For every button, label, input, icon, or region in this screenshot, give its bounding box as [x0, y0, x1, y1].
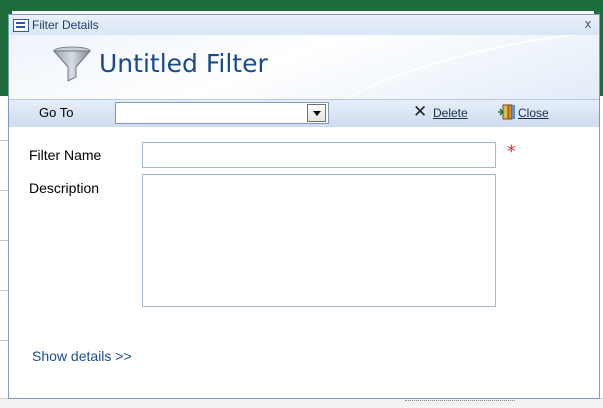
funnel-icon	[52, 46, 92, 82]
form-body: Filter Name * Description Show details >…	[9, 127, 599, 398]
window-title: Filter Details	[32, 18, 99, 32]
goto-dropdown-button[interactable]	[307, 104, 326, 122]
goto-label: Go To	[39, 105, 74, 120]
filter-name-input[interactable]	[142, 142, 496, 168]
delete-button-label: Delete	[433, 106, 468, 120]
decorative-swoosh	[303, 35, 599, 99]
goto-combobox[interactable]	[115, 102, 329, 124]
delete-button[interactable]: ✕ Delete	[413, 102, 477, 123]
background-ribbon	[0, 0, 603, 11]
filter-details-dialog: Filter Details x Untitled Filter Go To ✕…	[8, 14, 600, 399]
header-band: Untitled Filter	[9, 35, 599, 99]
title-bar[interactable]: Filter Details x	[9, 15, 599, 35]
filter-name-label: Filter Name	[29, 147, 102, 163]
close-button[interactable]: Close	[498, 103, 568, 123]
description-textarea[interactable]	[142, 174, 496, 307]
show-details-link[interactable]: Show details >>	[32, 348, 132, 364]
screen: Filter Details x Untitled Filter Go To ✕…	[0, 0, 603, 408]
chevron-down-icon	[313, 111, 321, 116]
delete-icon: ✕	[413, 102, 428, 121]
description-label: Description	[29, 180, 100, 196]
close-icon[interactable]: x	[581, 17, 595, 31]
required-icon: *	[507, 142, 516, 162]
toolbar: Go To ✕ Delete Close	[9, 99, 599, 128]
background-dotted-text	[405, 400, 515, 407]
form-icon	[13, 19, 29, 32]
door-exit-icon	[498, 104, 515, 120]
close-button-label: Close	[518, 106, 549, 120]
page-title: Untitled Filter	[99, 49, 268, 78]
